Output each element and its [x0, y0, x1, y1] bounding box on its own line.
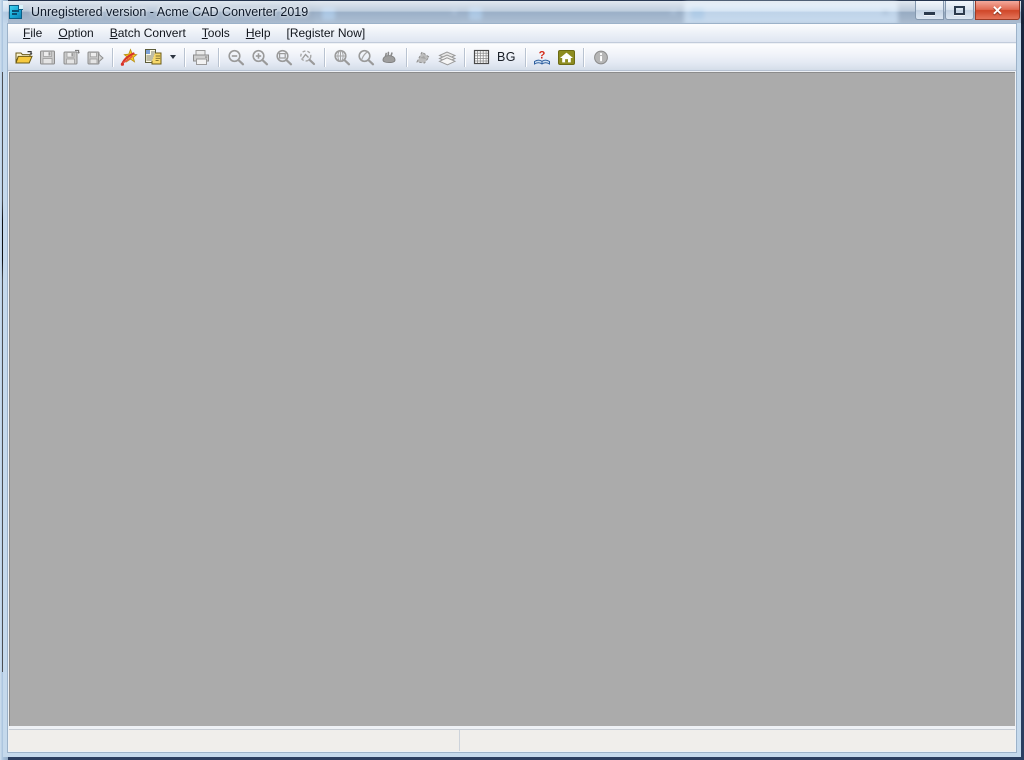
- layers-button[interactable]: [436, 46, 459, 68]
- save-as-button[interactable]: [60, 46, 83, 68]
- toolbar-separator: [324, 47, 326, 67]
- bg-text-icon: BG: [496, 50, 517, 64]
- toolbar-separator: [525, 47, 527, 67]
- statusbar: [9, 729, 1015, 751]
- chevron-down-icon: [169, 55, 176, 59]
- zoom-extents-icon: [300, 49, 316, 65]
- drawing-canvas[interactable]: [9, 72, 1015, 726]
- window-titlebar[interactable]: Unregistered version - Acme CAD Converte…: [3, 1, 1021, 23]
- window-client-frame: File Option Batch Convert Tools Help [Re…: [7, 23, 1017, 753]
- grid-icon: [473, 49, 490, 65]
- window-title: Unregistered version - Acme CAD Converte…: [31, 5, 309, 19]
- save-as-disk-icon: [63, 49, 80, 64]
- menu-option[interactable]: Option: [50, 25, 101, 42]
- zoom-in-icon: [251, 49, 268, 65]
- convert-list-button[interactable]: [142, 46, 165, 68]
- minimize-icon: [924, 11, 935, 15]
- zoom-in-button[interactable]: [248, 46, 271, 68]
- svg-text:?: ?: [539, 49, 546, 61]
- cad-document-icon: [8, 4, 24, 20]
- status-secondary-pane: [460, 730, 1015, 751]
- close-button[interactable]: ✕: [975, 1, 1020, 20]
- help-book-icon: ?: [534, 49, 550, 65]
- menu-file[interactable]: File: [15, 25, 50, 42]
- help-topics-button[interactable]: ?: [531, 46, 554, 68]
- zoom-out-icon: [227, 49, 244, 65]
- convert-list-dropdown[interactable]: [166, 46, 179, 68]
- menu-register-now[interactable]: [Register Now]: [279, 25, 374, 42]
- home-page-button[interactable]: [555, 46, 578, 68]
- zoom-window-icon: [275, 49, 292, 65]
- window-frame: File Option Batch Convert Tools Help [Re…: [3, 23, 1021, 757]
- open-file-button[interactable]: [12, 46, 35, 68]
- toolbar: BG ?: [8, 44, 1016, 71]
- batch-convert-button[interactable]: [118, 46, 141, 68]
- batch-star-icon: [120, 48, 138, 66]
- zoom-all-button[interactable]: [330, 46, 353, 68]
- toolbar-separator: [218, 47, 220, 67]
- open-folder-icon: [14, 50, 33, 63]
- zoom-out-button[interactable]: [224, 46, 247, 68]
- menubar: File Option Batch Convert Tools Help [Re…: [8, 24, 1016, 43]
- toolbar-separator: [112, 47, 114, 67]
- home-icon: [558, 49, 575, 65]
- zoom-previous-button[interactable]: [354, 46, 377, 68]
- close-icon: ✕: [992, 2, 1003, 18]
- menu-batch-convert[interactable]: Batch Convert: [102, 25, 194, 42]
- save-disk-icon: [40, 50, 55, 64]
- print-button[interactable]: [190, 46, 213, 68]
- measure-icon: [416, 50, 430, 64]
- maximize-icon: [954, 5, 965, 15]
- printer-icon: [193, 49, 209, 65]
- layers-icon: [438, 50, 457, 65]
- save-button[interactable]: [36, 46, 59, 68]
- status-main-pane: [9, 730, 460, 751]
- zoom-extents-button[interactable]: [296, 46, 319, 68]
- window-controls: ✕: [914, 1, 1020, 21]
- toolbar-separator: [583, 47, 585, 67]
- toolbar-separator: [184, 47, 186, 67]
- grid-button[interactable]: [470, 46, 493, 68]
- background-color-button[interactable]: BG: [494, 46, 520, 68]
- acme-cad-converter-window: Unregistered version - Acme CAD Converte…: [0, 0, 1024, 760]
- info-icon: [593, 50, 608, 64]
- maximize-button[interactable]: [945, 1, 974, 20]
- zoom-all-icon: [333, 49, 350, 65]
- export-button[interactable]: [84, 46, 107, 68]
- toolbar-separator: [464, 47, 466, 67]
- about-button[interactable]: [589, 46, 612, 68]
- zoom-window-button[interactable]: [272, 46, 295, 68]
- pan-hand-icon: [382, 51, 396, 63]
- menu-help[interactable]: Help: [238, 25, 279, 42]
- menu-tools[interactable]: Tools: [194, 25, 238, 42]
- zoom-previous-icon: [357, 49, 374, 65]
- measure-button[interactable]: [412, 46, 435, 68]
- pan-button[interactable]: [378, 46, 401, 68]
- minimize-button[interactable]: [915, 1, 944, 20]
- save-export-icon: [87, 51, 104, 64]
- toolbar-separator: [406, 47, 408, 67]
- document-stack-icon: [145, 49, 162, 65]
